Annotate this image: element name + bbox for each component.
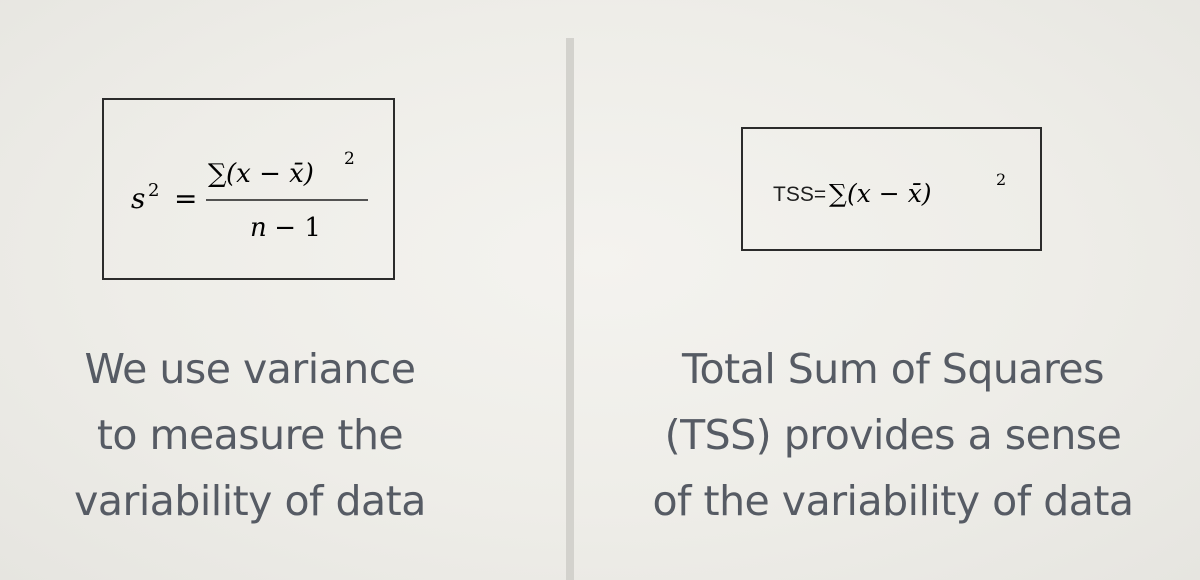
tss-sigma: ∑ <box>829 179 847 208</box>
tss-formula-box: TSS= ∑ (x − x̄) 2 <box>741 127 1042 251</box>
tss-caption-line-1: Total Sum of Squares <box>681 345 1105 393</box>
variance-formula: s 2 = ∑ (x − x̄) 2 n − 1 <box>131 149 368 243</box>
variance-caption-line-1: We use variance <box>84 345 416 393</box>
variance-numerator-body: (x − x̄) <box>226 159 314 189</box>
variance-lhs-var: s <box>131 182 145 215</box>
tss-label: TSS= <box>773 183 826 206</box>
tss-body: (x − x̄) <box>847 179 932 208</box>
tss-formula: TSS= ∑ (x − x̄) 2 <box>773 170 1006 208</box>
tss-caption-line-2: (TSS) provides a sense <box>664 411 1122 459</box>
variance-caption: We use variance to measure the variabili… <box>0 336 550 534</box>
variance-denominator-rest: − 1 <box>266 213 321 243</box>
variance-caption-line-3: variability of data <box>74 477 426 525</box>
vertical-divider <box>566 38 574 580</box>
tss-caption: Total Sum of Squares (TSS) provides a se… <box>593 336 1193 534</box>
variance-caption-line-2: to measure the <box>96 411 404 459</box>
variance-denominator-var: n <box>250 213 267 243</box>
variance-equals: = <box>174 182 197 215</box>
tss-exp: 2 <box>996 170 1006 189</box>
variance-numerator-sigma: ∑ <box>208 159 227 189</box>
variance-formula-box: s 2 = ∑ (x − x̄) 2 n − 1 <box>102 98 395 280</box>
tss-caption-line-3: of the variability of data <box>652 477 1134 525</box>
variance-lhs-exp: 2 <box>148 180 159 201</box>
variance-numerator-exp: 2 <box>344 149 355 169</box>
